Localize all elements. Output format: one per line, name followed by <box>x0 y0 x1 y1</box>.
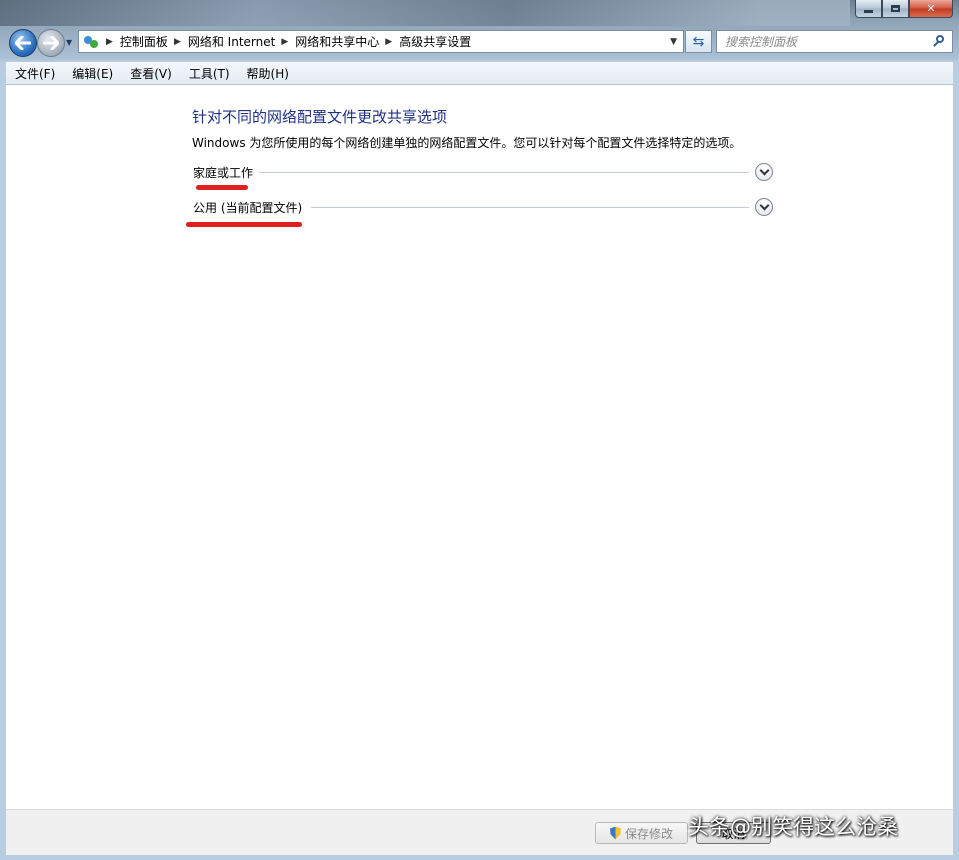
close-button[interactable]: ✕ <box>909 0 953 18</box>
menu-bar: 文件(F) 编辑(E) 查看(V) 工具(T) 帮助(H) <box>6 62 953 85</box>
maximize-button[interactable] <box>882 0 909 18</box>
expand-home-work-button[interactable] <box>755 163 773 181</box>
menu-tools[interactable]: 工具(T) <box>180 65 238 82</box>
uac-shield-icon <box>609 826 621 840</box>
breadcrumb-separator[interactable]: ▶ <box>174 37 181 47</box>
search-input[interactable] <box>717 31 932 52</box>
breadcrumb-separator[interactable]: ▶ <box>281 37 288 47</box>
section-public[interactable]: 公用 (当前配置文件) <box>193 198 773 219</box>
breadcrumb-network-sharing-center[interactable]: 网络和共享中心 <box>295 33 379 50</box>
save-changes-label: 保存修改 <box>624 826 673 841</box>
section-label-public[interactable]: 公用 (当前配置文件) <box>193 199 307 216</box>
menu-view[interactable]: 查看(V) <box>121 65 180 82</box>
chevron-down-icon <box>759 200 769 211</box>
search-box[interactable] <box>716 30 953 53</box>
explorer-window: ✕ ▼ ▶ 控制面板 ▶ 网络和 Internet ▶ 网络和共享中心 ▶ 高级… <box>0 0 959 860</box>
network-icon <box>82 34 100 50</box>
breadcrumb-network-internet[interactable]: 网络和 Internet <box>188 33 275 50</box>
breadcrumb-separator[interactable]: ▶ <box>385 37 392 47</box>
forward-button[interactable] <box>37 29 65 57</box>
address-bar[interactable]: ▶ 控制面板 ▶ 网络和 Internet ▶ 网络和共享中心 ▶ 高级共享设置… <box>78 30 684 53</box>
content-pane: 针对不同的网络配置文件更改共享选项 Windows 为您所使用的每个网络创建单独… <box>6 85 953 809</box>
breadcrumb-control-panel[interactable]: 控制面板 <box>120 33 168 50</box>
back-button[interactable] <box>9 29 37 57</box>
watermark: 头条@别笑得这么沧桑 <box>688 815 898 839</box>
close-icon: ✕ <box>926 2 936 15</box>
maximize-icon <box>891 5 900 12</box>
save-changes-button[interactable]: 保存修改 <box>595 822 688 844</box>
menu-help[interactable]: 帮助(H) <box>238 65 297 82</box>
annotation-underline <box>196 185 248 190</box>
menu-file[interactable]: 文件(F) <box>6 65 63 82</box>
caption-buttons: ✕ <box>855 0 953 18</box>
refresh-button[interactable]: ⇆ <box>685 30 712 53</box>
arrow-right-icon <box>43 36 59 50</box>
annotation-underline <box>186 222 302 227</box>
address-dropdown-icon[interactable]: ▼ <box>670 37 677 47</box>
expand-public-button[interactable] <box>755 198 773 216</box>
arrow-left-icon <box>15 36 31 50</box>
section-home-work[interactable]: 家庭或工作 <box>193 163 773 184</box>
page-title: 针对不同的网络配置文件更改共享选项 <box>192 108 448 126</box>
search-icon[interactable] <box>932 34 948 50</box>
section-label-home-work[interactable]: 家庭或工作 <box>193 164 258 181</box>
page-description: Windows 为您所使用的每个网络创建单独的网络配置文件。您可以针对每个配置文… <box>192 136 742 150</box>
menu-edit[interactable]: 编辑(E) <box>63 65 121 82</box>
recent-pages-dropdown[interactable]: ▼ <box>66 38 72 47</box>
minimize-button[interactable] <box>855 0 882 18</box>
refresh-icon: ⇆ <box>692 33 705 50</box>
chevron-down-icon <box>759 165 769 176</box>
breadcrumb-advanced-sharing[interactable]: 高级共享设置 <box>399 33 471 50</box>
section-divider <box>259 172 749 173</box>
navigation-bar: ▼ ▶ 控制面板 ▶ 网络和 Internet ▶ 网络和共享中心 ▶ 高级共享… <box>0 26 959 60</box>
minimize-icon <box>864 10 873 13</box>
title-bar[interactable] <box>0 0 850 26</box>
breadcrumb-separator[interactable]: ▶ <box>106 37 113 47</box>
section-divider <box>311 207 749 208</box>
